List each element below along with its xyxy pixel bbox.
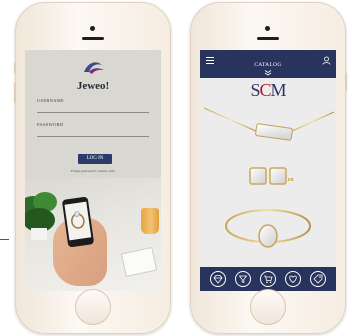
password-field[interactable]: PASSWORD <box>37 120 149 137</box>
cart-icon <box>263 275 273 284</box>
phone-frame-catalog: CATALOG SCM <box>190 2 347 334</box>
earpiece-speaker <box>257 37 279 40</box>
earpiece-speaker <box>82 37 104 40</box>
brand-letter-m: M <box>270 80 287 100</box>
nav-tag[interactable] <box>309 271 326 287</box>
held-phone-image <box>61 196 95 248</box>
catalog-header: CATALOG <box>200 50 336 78</box>
chevron-down-icon[interactable] <box>264 70 272 76</box>
logo-text: Jeweo! <box>76 80 110 92</box>
power-button <box>345 73 347 91</box>
held-phone-screen <box>64 201 92 241</box>
juice-glass-image <box>141 208 159 234</box>
login-button[interactable]: LOG IN <box>78 154 112 164</box>
nav-filter[interactable] <box>235 271 252 287</box>
brand-letter-c: C <box>259 80 271 100</box>
bottom-nav <box>200 267 336 291</box>
tag-icon <box>313 274 322 284</box>
home-button <box>250 289 286 325</box>
bracelet-image <box>225 209 311 248</box>
nav-cart[interactable] <box>259 271 276 287</box>
heart-icon <box>289 275 297 284</box>
diamond-icon <box>213 275 223 284</box>
nav-diamond[interactable] <box>210 271 227 287</box>
phone-frame-login: Jeweo! USERNAME PASSWORD LOG IN Forgot p… <box>14 2 171 334</box>
brand-logo: SCM <box>200 80 336 101</box>
earrings-image <box>249 167 293 185</box>
app-logo: Jeweo! <box>25 60 161 92</box>
camera-dot <box>90 26 95 31</box>
username-field[interactable]: USERNAME <box>37 96 149 113</box>
username-label: USERNAME <box>37 98 65 103</box>
nav-favorites[interactable] <box>284 271 301 287</box>
login-screen: Jeweo! USERNAME PASSWORD LOG IN Forgot p… <box>25 50 161 291</box>
filter-icon <box>238 275 248 284</box>
volume-button <box>14 83 16 103</box>
ring-icon <box>71 211 85 229</box>
catalog-title: CATALOG <box>254 62 282 68</box>
forgot-password-text: Forgot password? contact store <box>70 169 116 173</box>
password-label: PASSWORD <box>37 122 64 127</box>
profile-icon[interactable] <box>322 56 331 65</box>
necklace-image <box>203 107 335 141</box>
camera-dot <box>265 26 270 31</box>
edge-dash <box>0 239 9 240</box>
catalog-screen: CATALOG SCM <box>200 50 336 291</box>
background-photo <box>25 178 161 291</box>
logo-swirl-icon <box>84 62 104 74</box>
notepad-image <box>120 246 158 278</box>
side-button <box>14 63 16 73</box>
jewelry-showcase <box>203 107 335 248</box>
home-button <box>75 289 111 325</box>
